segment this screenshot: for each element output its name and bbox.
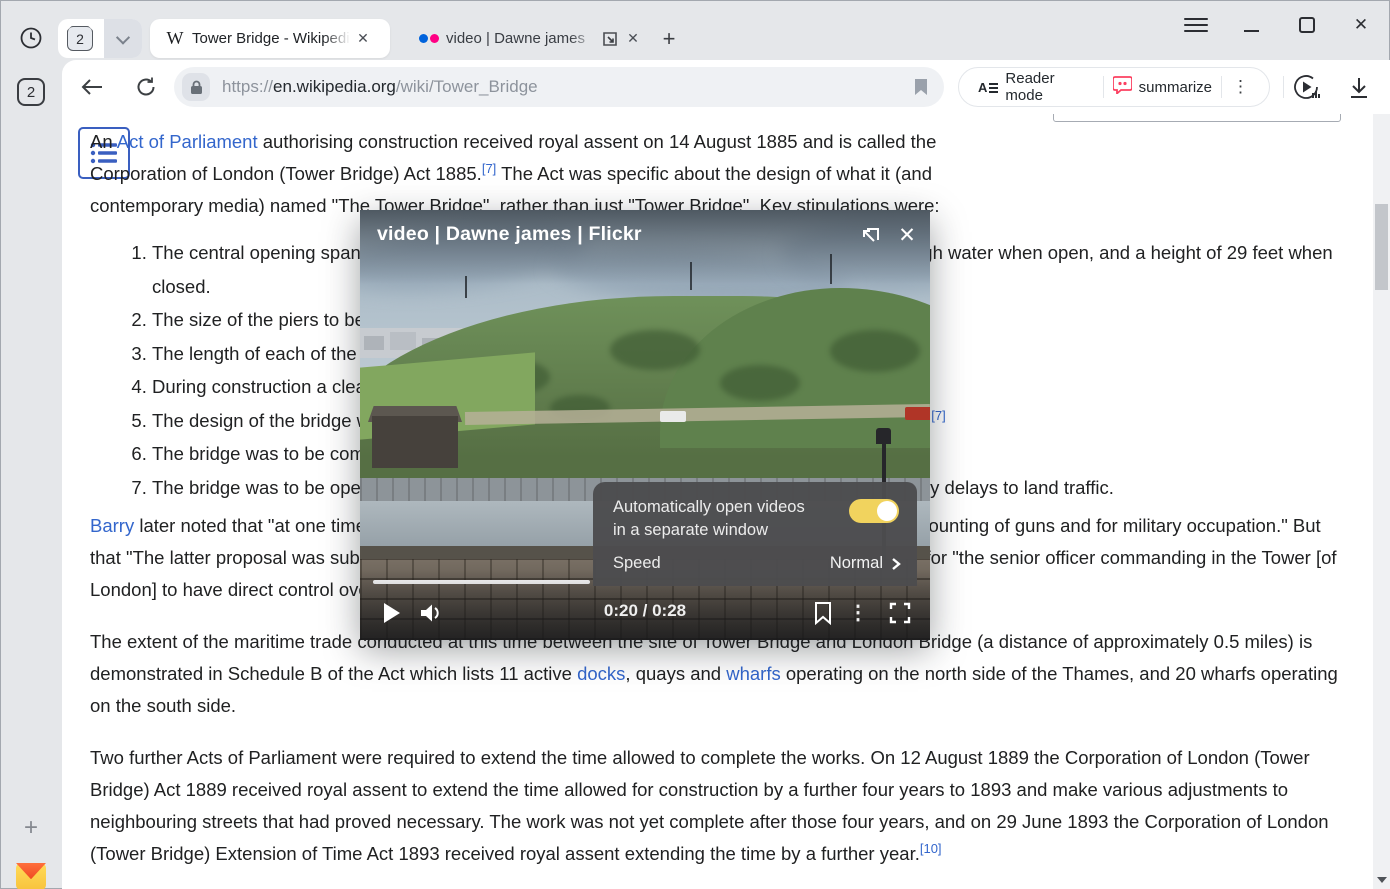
- address-toolbar: https://en.wikipedia.org/wiki/Tower_Brid…: [62, 60, 1390, 114]
- speed-label: Speed: [613, 554, 661, 573]
- ref-7: [7]: [482, 161, 496, 176]
- toggle-knob: [877, 501, 897, 521]
- download-icon[interactable]: [1346, 75, 1372, 101]
- mail-icon[interactable]: [16, 863, 46, 889]
- sidebar: 2 +: [0, 60, 62, 889]
- web-content: An Act of Parliament authorising constru…: [62, 114, 1390, 889]
- tab-count-badge[interactable]: 2: [67, 26, 93, 51]
- scrollbar-down-arrow[interactable]: [1377, 877, 1387, 883]
- maximize-button[interactable]: [1296, 14, 1318, 36]
- back-to-tab-icon[interactable]: [858, 225, 882, 249]
- address-bar[interactable]: https://en.wikipedia.org/wiki/Tower_Brid…: [174, 67, 944, 107]
- scrub-patch: [720, 365, 800, 401]
- ref-10: [10]: [920, 841, 942, 856]
- stone-building: [372, 416, 458, 468]
- new-tab-button[interactable]: +: [656, 26, 682, 52]
- sidebar-add-button[interactable]: +: [19, 816, 43, 840]
- tab-title: video | Dawne james: [446, 30, 596, 47]
- video-kebab-icon[interactable]: ⋮: [848, 599, 868, 625]
- tab-group-pill[interactable]: 2: [58, 19, 142, 58]
- back-icon[interactable]: [80, 76, 104, 98]
- workspace-badge[interactable]: 2: [17, 78, 45, 106]
- link-docks[interactable]: docks: [577, 663, 625, 684]
- bookmark-icon[interactable]: [914, 78, 928, 101]
- flickr-favicon: [418, 34, 440, 43]
- scrub-patch: [610, 330, 700, 370]
- video-close-icon[interactable]: ✕: [894, 222, 920, 248]
- float-spacer: [1030, 126, 1340, 164]
- title-fade: [324, 30, 350, 47]
- ref-7: [7]: [931, 407, 945, 422]
- popout-icon[interactable]: [600, 29, 620, 49]
- video-title-gradient: [360, 210, 930, 284]
- reader-mode-button[interactable]: A Reader mode: [969, 68, 1103, 106]
- video-time: 0:20 / 0:28: [604, 601, 686, 621]
- auto-open-label: Automatically open videos in a separate …: [613, 496, 805, 541]
- title-fade: [570, 30, 596, 47]
- summarize-button[interactable]: summarize: [1104, 68, 1221, 106]
- browser-window: 2 W Tower Bridge - Wikipedia ✕ video | D…: [0, 0, 1390, 889]
- history-clock-icon[interactable]: [18, 25, 44, 51]
- scrub-patch: [830, 330, 920, 372]
- page-tools-pill: A Reader mode: [958, 67, 1270, 107]
- media-player-icon[interactable]: [1292, 73, 1320, 101]
- video-title: video | Dawne james | Flickr: [377, 223, 642, 246]
- wikipedia-favicon: W: [164, 28, 186, 49]
- video-popout-player[interactable]: video | Dawne james | Flickr ✕ Automatic…: [360, 210, 930, 640]
- url-text[interactable]: https://en.wikipedia.org/wiki/Tower_Brid…: [222, 67, 538, 107]
- web-view-card: https://en.wikipedia.org/wiki/Tower_Brid…: [62, 60, 1390, 889]
- tab-bar: 2 W Tower Bridge - Wikipedia ✕ video | D…: [0, 0, 1390, 60]
- tab-title: Tower Bridge - Wikipedia: [192, 30, 350, 47]
- scrollbar[interactable]: [1373, 114, 1390, 889]
- chevron-down-icon: [116, 30, 130, 44]
- window-close-button[interactable]: ✕: [1350, 14, 1372, 36]
- reload-icon[interactable]: [134, 75, 158, 99]
- red-truck: [905, 407, 930, 420]
- link-barry[interactable]: Barry: [90, 515, 134, 536]
- lock-icon[interactable]: [182, 73, 210, 101]
- fullscreen-icon[interactable]: [888, 601, 912, 625]
- link-act-of-parliament[interactable]: Act of Parliament: [117, 131, 258, 152]
- video-controls: 0:20 / 0:28 ⋮: [360, 596, 930, 632]
- toolbar-separator: [1283, 76, 1284, 98]
- menu-icon[interactable]: [1184, 14, 1208, 36]
- paragraph-maritime: The extent of the maritime trade conduct…: [90, 626, 1340, 722]
- tab-tower-bridge[interactable]: W Tower Bridge - Wikipedia ✕: [150, 19, 390, 58]
- tab-close-button[interactable]: ✕: [622, 28, 644, 50]
- video-settings-menu: Automatically open videos in a separate …: [593, 482, 917, 586]
- video-bookmark-icon[interactable]: [812, 600, 834, 626]
- paragraph-further-acts: Two further Acts of Parliament were requ…: [90, 742, 1340, 870]
- tab-flickr-video[interactable]: video | Dawne james ✕: [404, 19, 656, 58]
- wikipedia-search-box[interactable]: [1053, 114, 1341, 122]
- volume-icon[interactable]: [418, 601, 444, 625]
- tools-kebab-icon[interactable]: ⋮: [1222, 77, 1259, 97]
- link-wharfs[interactable]: wharfs: [726, 663, 781, 684]
- play-icon[interactable]: [380, 600, 404, 626]
- summarize-icon: [1113, 76, 1132, 98]
- minimize-button[interactable]: [1240, 14, 1262, 36]
- reader-mode-icon: A: [978, 81, 998, 94]
- white-truck: [660, 411, 686, 422]
- auto-open-toggle[interactable]: [849, 499, 899, 523]
- chevron-right-icon: [891, 557, 901, 571]
- tab-close-button[interactable]: ✕: [352, 28, 374, 50]
- paragraph-act: An Act of Parliament authorising constru…: [90, 126, 1340, 222]
- scrollbar-thumb[interactable]: [1375, 204, 1388, 290]
- speed-menu-item[interactable]: Speed Normal: [613, 554, 901, 573]
- tab-group-expand-button[interactable]: [104, 19, 142, 58]
- speed-value: Normal: [830, 554, 883, 573]
